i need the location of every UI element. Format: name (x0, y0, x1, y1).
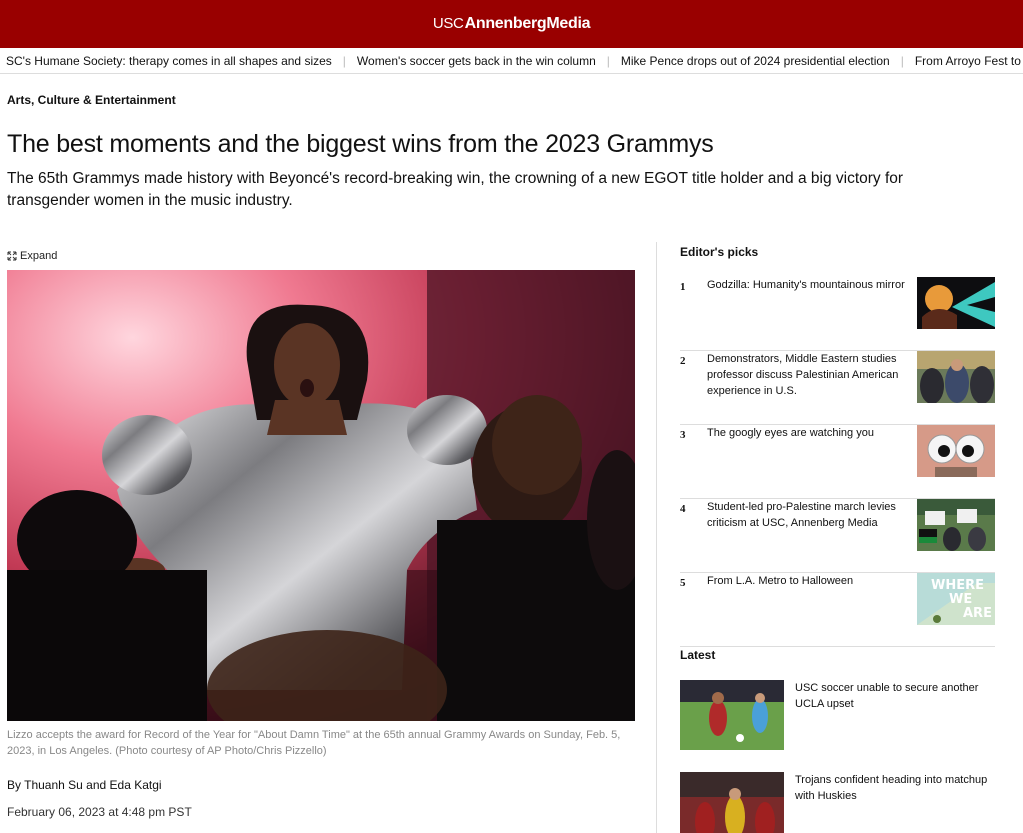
pick-thumbnail[interactable]: WHERE WE ARE (917, 573, 995, 625)
editors-pick-item[interactable]: 2 Demonstrators, Middle Eastern studies … (680, 351, 995, 425)
ticker-link[interactable]: SC's Humane Society: therapy comes in al… (0, 54, 343, 68)
site-logo[interactable]: USC AnnenbergMedia (432, 15, 591, 33)
latest-thumbnail[interactable] (680, 680, 784, 750)
pick-number: 2 (680, 355, 686, 367)
latest-item[interactable]: USC soccer unable to secure another UCLA… (680, 680, 995, 750)
latest-title-link[interactable]: USC soccer unable to secure another UCLA… (795, 680, 995, 712)
pick-title[interactable]: Godzilla: Humanity's mountainous mirror (707, 277, 912, 293)
site-header: USC AnnenbergMedia (0, 0, 1023, 48)
latest-title: Latest (680, 648, 716, 662)
latest-item[interactable]: Trojans confident heading into matchup w… (680, 772, 995, 833)
pick-thumbnail[interactable] (917, 277, 995, 329)
editors-pick-item[interactable]: 3 The googly eyes are watching you (680, 425, 995, 499)
pick-title[interactable]: From L.A. Metro to Halloween (707, 573, 912, 589)
section-label[interactable]: Arts, Culture & Entertainment (7, 93, 176, 107)
column-divider (656, 242, 657, 833)
pick-title[interactable]: Student-led pro-Palestine march levies c… (707, 499, 912, 531)
logo-prefix: USC (432, 15, 464, 32)
expand-button[interactable]: Expand (7, 250, 57, 262)
photo-caption: Lizzo accepts the award for Record of th… (7, 729, 621, 757)
expand-icon (7, 251, 17, 261)
editors-pick-item[interactable]: 1 Godzilla: Humanity's mountainous mirro… (680, 277, 995, 351)
publish-date: February 06, 2023 at 4:48 pm PST (7, 805, 192, 819)
article-dek: The 65th Grammys made history with Beyon… (7, 170, 904, 209)
pick-title[interactable]: The googly eyes are watching you (707, 425, 912, 441)
editors-pick-item[interactable]: 4 Student-led pro-Palestine march levies… (680, 499, 995, 573)
ticker-link[interactable]: Mike Pence drops out of 2024 presidentia… (610, 54, 901, 68)
editors-pick-item[interactable]: 5 From L.A. Metro to Halloween WHERE WE … (680, 573, 995, 647)
expand-label: Expand (20, 250, 58, 262)
ticker-link[interactable]: Women's soccer gets back in the win colu… (346, 54, 607, 68)
byline: By Thuanh Su and Eda Katgi (7, 778, 162, 792)
pick-thumbnail[interactable] (917, 499, 995, 551)
thumb-text: WHERE (931, 578, 984, 593)
latest-thumbnail[interactable] (680, 772, 784, 833)
hero-photo[interactable] (7, 270, 635, 721)
thumb-text: WE (949, 592, 972, 607)
pick-thumbnail[interactable] (917, 425, 995, 477)
logo-brand: AnnenbergMedia (464, 15, 591, 32)
pick-number: 3 (680, 429, 686, 441)
latest-title-link[interactable]: Trojans confident heading into matchup w… (795, 772, 995, 804)
thumb-text: ARE (963, 606, 992, 621)
pick-title[interactable]: Demonstrators, Middle Eastern studies pr… (707, 351, 912, 399)
pick-thumbnail[interactable] (917, 351, 995, 403)
headline-ticker: SC's Humane Society: therapy comes in al… (0, 48, 1023, 74)
editors-picks-title: Editor's picks (680, 245, 759, 259)
article-headline: The best moments and the biggest wins fr… (7, 130, 714, 158)
pick-number: 1 (680, 281, 686, 293)
pick-number: 5 (680, 577, 686, 589)
ticker-link[interactable]: From Arroyo Fest to Do (904, 54, 1023, 68)
pick-number: 4 (680, 503, 686, 515)
